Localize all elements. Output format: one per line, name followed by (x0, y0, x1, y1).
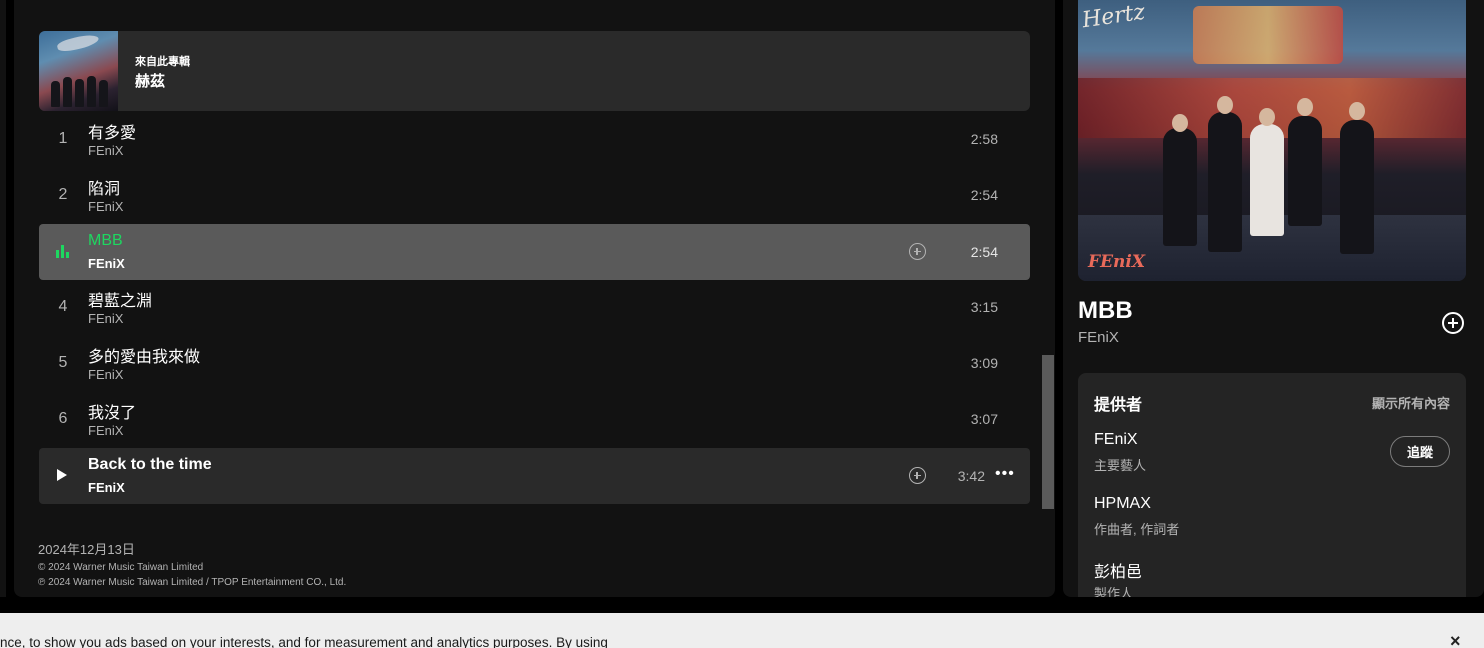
track-title[interactable]: 碧藍之淵 (88, 287, 152, 311)
credit-name[interactable]: 彭柏邑 (1094, 558, 1142, 582)
cover-neon-sign (1193, 6, 1343, 64)
track-duration: 3:09 (970, 355, 998, 371)
track-duration: 2:54 (970, 244, 998, 260)
main-view: 來自此專輯 赫茲 1 有多愛 FEniX 2:58 2 陷洞 FEniX 2:5… (14, 0, 1055, 597)
track-number: 6 (58, 410, 68, 427)
track-row[interactable]: 5 多的愛由我來做 FEniX 3:09 (39, 335, 1030, 391)
credit-role: 主要藝人 (1094, 458, 1147, 473)
show-all-credits-link[interactable]: 顯示所有內容 (1372, 393, 1450, 412)
track-artist[interactable]: FEniX (88, 256, 125, 271)
track-title[interactable]: 陷洞 (88, 175, 120, 199)
now-playing-artist[interactable]: FEniX (1078, 329, 1119, 346)
now-playing-panel: Hertz FEniX MBB FEniX 提供者 顯示所有內容 FEniX 主… (1063, 0, 1484, 597)
credit-role: 製作人 (1094, 586, 1134, 597)
thumbnail-figures (49, 73, 109, 107)
track-title[interactable]: Back to the time (88, 456, 212, 474)
cover-figure-head (1217, 96, 1233, 114)
track-row[interactable]: 4 碧藍之淵 FEniX 3:15 (39, 279, 1030, 335)
credit-name[interactable]: FEniX (1094, 431, 1138, 449)
add-circle-icon[interactable] (909, 243, 926, 260)
credit-role: 作曲者, 作詞者 (1094, 522, 1180, 537)
track-title[interactable]: 有多愛 (88, 119, 136, 143)
track-duration: 3:42 (957, 468, 985, 484)
add-circle-icon[interactable] (1442, 312, 1464, 334)
track-artist[interactable]: FEniX (88, 367, 123, 382)
track-title[interactable]: 多的愛由我來做 (88, 343, 200, 367)
track-artist[interactable]: FEniX (88, 480, 125, 495)
play-icon[interactable] (57, 469, 67, 481)
track-row-playing[interactable]: MBB FEniX 2:54 (39, 224, 1030, 280)
credit-name[interactable]: HPMAX (1094, 495, 1151, 513)
cover-figure-head (1172, 114, 1188, 132)
follow-button[interactable]: 追蹤 (1390, 436, 1450, 467)
album-header[interactable]: 來自此專輯 赫茲 (39, 31, 1030, 111)
track-number: 1 (58, 130, 68, 147)
main-scrollbar-thumb[interactable] (1042, 355, 1054, 509)
cover-logo: FEniX (1088, 252, 1146, 272)
track-row-hovered[interactable]: Back to the time FEniX 3:42 ••• (39, 448, 1030, 504)
track-number: 2 (58, 186, 68, 203)
track-duration: 2:54 (970, 187, 998, 203)
track-duration: 2:58 (970, 131, 998, 147)
track-title[interactable]: MBB (88, 232, 123, 250)
track-duration: 3:07 (970, 411, 998, 427)
cover-figure (1250, 124, 1284, 236)
track-artist[interactable]: FEniX (88, 143, 123, 158)
cover-figure-head (1349, 102, 1365, 120)
track-row[interactable]: 6 我沒了 FEniX 3:07 (39, 391, 1030, 447)
track-number: 5 (58, 354, 68, 371)
cover-figure (1340, 120, 1374, 254)
track-artist[interactable]: FEniX (88, 423, 123, 438)
cover-figure-head (1297, 98, 1313, 116)
add-circle-icon[interactable] (909, 467, 926, 484)
thumbnail-plane (56, 32, 100, 54)
copyright-line: © 2024 Warner Music Taiwan Limited (38, 562, 204, 573)
release-date: 2024年12月13日 (38, 542, 135, 557)
track-number: 4 (58, 298, 68, 315)
credits-card: 提供者 顯示所有內容 FEniX 主要藝人 追蹤 HPMAX 作曲者, 作詞者 … (1078, 373, 1466, 597)
cover-figure-head (1259, 108, 1275, 126)
track-title[interactable]: 我沒了 (88, 399, 136, 423)
now-playing-cover-art[interactable]: Hertz FEniX (1078, 0, 1466, 281)
track-artist[interactable]: FEniX (88, 199, 123, 214)
album-name[interactable]: 赫茲 (135, 70, 165, 91)
phonographic-copyright-line: ℗ 2024 Warner Music Taiwan Limited / TPO… (38, 577, 347, 588)
track-duration: 3:15 (970, 299, 998, 315)
album-cover-thumbnail (39, 31, 118, 111)
equalizer-icon (56, 245, 70, 258)
cookie-banner-text: nce, to show you ads based on your inter… (0, 635, 608, 648)
cover-figure (1288, 116, 1322, 226)
credits-heading: 提供者 (1094, 397, 1143, 414)
track-row[interactable]: 1 有多愛 FEniX 2:58 (39, 111, 1030, 167)
cover-title-lettering: Hertz (1080, 0, 1147, 34)
more-options-icon[interactable]: ••• (995, 465, 1014, 483)
track-row[interactable]: 2 陷洞 FEniX 2:54 (39, 167, 1030, 223)
left-sidebar-edge (0, 0, 6, 597)
close-icon[interactable]: × (1450, 631, 1461, 648)
cookie-banner: nce, to show you ads based on your inter… (0, 613, 1484, 648)
track-artist[interactable]: FEniX (88, 311, 123, 326)
cover-figure (1208, 112, 1242, 252)
album-from-label: 來自此專輯 (135, 56, 190, 68)
now-playing-title[interactable]: MBB (1078, 297, 1133, 325)
cover-figure (1163, 128, 1197, 246)
